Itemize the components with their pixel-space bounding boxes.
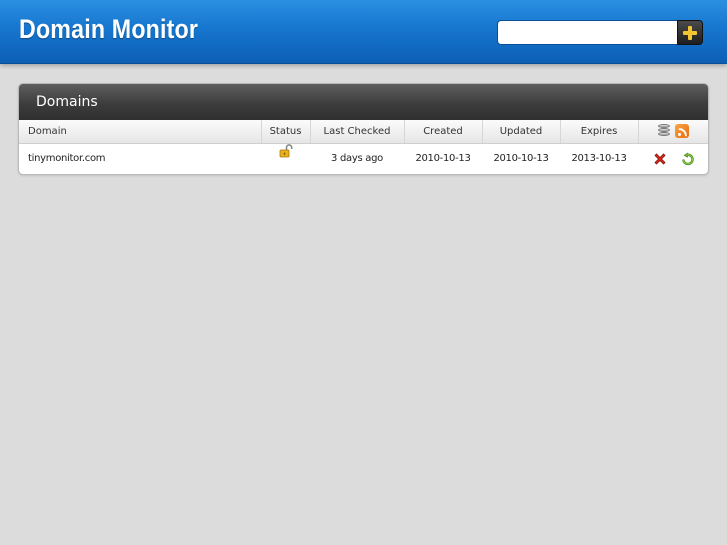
domains-panel: Domains Domain Status Last Checked Creat… [18,83,709,175]
panel-header: Domains [19,84,708,120]
column-header-created[interactable]: Created [403,120,482,144]
rss-icon[interactable] [674,124,689,139]
row-actions-cell [638,143,708,174]
domains-table: Domain Status Last Checked Created Updat… [19,120,708,174]
unlocked-lock-icon [279,144,292,158]
add-domain-button[interactable] [677,20,703,45]
column-header-expires[interactable]: Expires [559,120,638,144]
domain-input[interactable] [497,20,677,45]
column-header-domain[interactable]: Domain [19,120,261,144]
column-header-status[interactable]: Status [260,120,310,144]
delete-icon[interactable] [652,151,668,167]
expires-cell: 2013-10-13 [571,153,627,165]
table-header-row: Domain Status Last Checked Created Updat… [19,120,708,144]
top-bar: Domain Monitor [0,0,727,64]
database-icon[interactable] [657,124,670,138]
last-checked-cell: 3 days ago [331,153,383,165]
panel-title: Domains [36,94,98,110]
status-cell [261,143,310,174]
refresh-icon[interactable] [680,151,696,167]
column-header-actions [637,120,708,144]
column-header-last-checked[interactable]: Last Checked [309,120,404,144]
domain-cell[interactable]: tinymonitor.com [19,143,261,174]
table-row: tinymonitor.com 3 days ago 2010-10-13 20… [19,143,708,174]
column-header-updated[interactable]: Updated [481,120,560,144]
app-title: Domain Monitor [19,14,199,44]
updated-cell: 2010-10-13 [493,153,549,165]
created-cell: 2010-10-13 [415,153,471,165]
plus-icon [683,25,697,40]
